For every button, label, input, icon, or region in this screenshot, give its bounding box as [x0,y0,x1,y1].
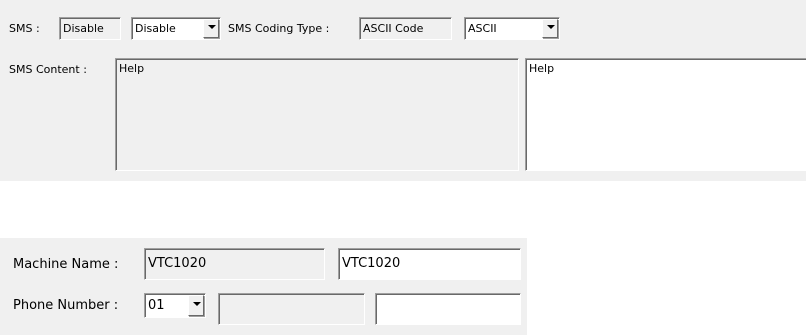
sms-coding-type-dropdown-value: ASCII [468,22,497,35]
machine-name-display: VTC1020 [144,248,325,280]
sms-content-textarea[interactable]: Help [525,58,806,171]
sms-coding-type-dropdown[interactable]: ASCII [464,17,560,40]
phone-number-label: Phone Number : [13,298,119,313]
phone-prefix-dropdown[interactable]: 01 [144,293,206,318]
chevron-down-icon [547,25,555,29]
chevron-down-icon [193,302,201,306]
sms-status-display: Disable [59,17,121,40]
sms-status-dropdown-value: Disable [135,22,176,35]
phone-prefix-dropdown-value: 01 [148,298,165,313]
phone-number-display [218,293,365,325]
sms-settings-panel: SMS : Disable Disable SMS Coding Type : … [0,0,806,181]
phone-number-input[interactable] [375,293,521,325]
sms-status-dropdown-button[interactable] [203,19,219,38]
sms-label: SMS : [9,22,40,35]
machine-settings-panel: Machine Name : VTC1020 VTC1020 Phone Num… [0,238,527,335]
sms-content-label: SMS Content : [9,63,87,76]
chevron-down-icon [208,25,216,29]
phone-prefix-dropdown-button[interactable] [188,295,204,316]
sms-coding-type-dropdown-button[interactable] [542,19,558,38]
machine-name-label: Machine Name : [13,257,119,272]
sms-coding-type-display: ASCII Code [359,17,452,40]
sms-status-dropdown[interactable]: Disable [131,17,221,40]
sms-content-display: Help [115,58,519,171]
machine-name-input[interactable]: VTC1020 [338,248,521,280]
sms-coding-type-label: SMS Coding Type : [228,22,330,35]
